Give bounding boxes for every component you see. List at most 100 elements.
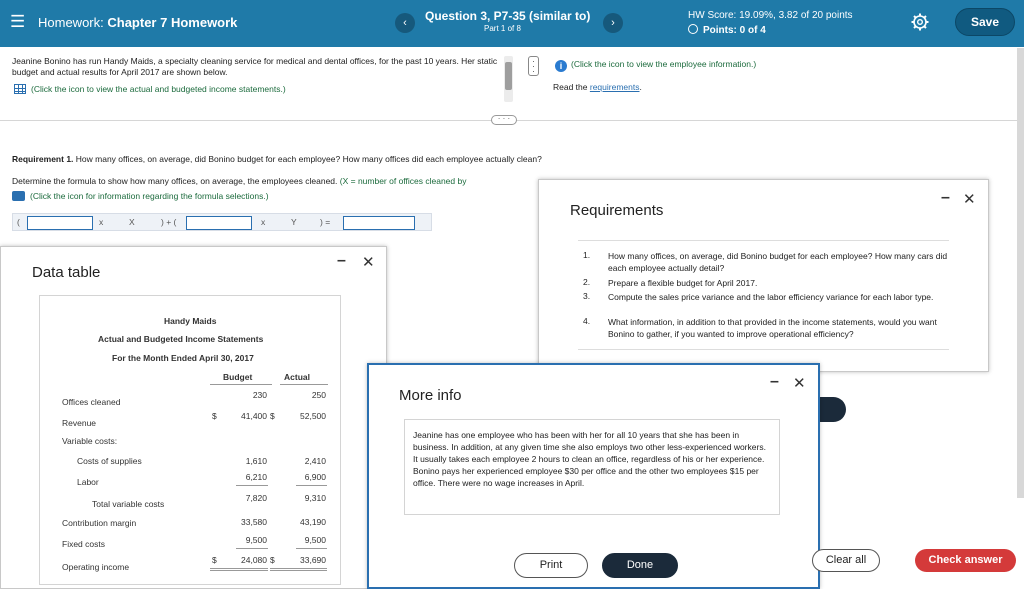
row-label: Costs of supplies	[77, 456, 142, 466]
requirement-item: Prepare a flexible budget for April 2017…	[608, 278, 758, 288]
formula-variable-x: X	[129, 217, 135, 227]
subtotal-underline	[236, 485, 268, 486]
formula-plus: ) + (	[161, 217, 177, 227]
subtotal-underline	[296, 548, 327, 549]
formula-info-icon[interactable]	[12, 191, 25, 201]
read-prefix: Read the	[553, 82, 590, 92]
row-label: Total variable costs	[92, 499, 165, 509]
info-icon[interactable]: i	[555, 60, 567, 72]
requirements-list: 1. How many offices, on average, did Bon…	[578, 240, 949, 350]
requirements-link[interactable]: requirements	[590, 82, 640, 92]
read-suffix: .	[639, 82, 642, 92]
requirement-text: How many offices, on average, did Bonino…	[73, 154, 542, 164]
more-info-text: Jeanine has one employee who has been wi…	[404, 419, 780, 515]
clear-all-button[interactable]: Clear all	[812, 549, 880, 572]
subtotal-underline	[236, 548, 268, 549]
formula-input-1[interactable]	[27, 216, 93, 230]
minimize-icon[interactable]: –	[337, 252, 346, 270]
table-icon[interactable]	[14, 84, 26, 94]
requirement-item: What information, in addition to that pr…	[608, 317, 937, 339]
currency-symbol: $	[212, 555, 217, 565]
print-button[interactable]: Print	[514, 553, 588, 578]
gear-icon[interactable]	[910, 12, 930, 32]
total-double-underline	[270, 570, 327, 571]
budget-value: 41,400	[241, 411, 267, 421]
minimize-icon[interactable]: –	[770, 373, 779, 391]
row-label: Contribution margin	[62, 518, 137, 528]
page-scrollbar[interactable]	[1017, 48, 1024, 498]
close-icon[interactable]: ✕	[793, 374, 806, 392]
more-info-panel: More info – ✕ Jeanine has one employee w…	[367, 363, 820, 589]
progress-ring-icon	[688, 24, 698, 34]
column-header-budget: Budget	[223, 372, 253, 382]
employee-info-link-text: (Click the icon to view the employee inf…	[571, 59, 757, 69]
chevron-left-icon: ‹	[403, 17, 407, 29]
drag-handle-icon[interactable]: · · ·	[528, 56, 539, 76]
formula-equals: ) =	[320, 217, 331, 227]
formula-row: ( x X ) + ( x Y ) =	[12, 213, 432, 231]
question-title: Question 3, P7-35 (similar to)	[425, 9, 591, 23]
subtotal-underline	[296, 485, 327, 486]
actual-value: 43,190	[300, 517, 326, 527]
formula-info-link-text: (Click the icon for information regardin…	[30, 191, 269, 201]
done-button[interactable]: Done	[602, 553, 678, 578]
formula-input-2[interactable]	[186, 216, 252, 230]
budget-value: 6,210	[245, 472, 267, 482]
formula-result-input[interactable]	[343, 216, 415, 230]
formula-variable-y: Y	[291, 217, 297, 227]
header-underline	[210, 384, 272, 385]
statement-period: For the Month Ended April 30, 2017	[112, 353, 254, 363]
top-bar: ☰ Homework: Chapter 7 Homework ‹ Questio…	[0, 0, 1024, 47]
row-label: Operating income	[62, 562, 130, 572]
requirement-1: Requirement 1. How many offices, on aver…	[12, 154, 542, 164]
actual-value: 9,500	[304, 535, 326, 545]
budget-value: 230	[252, 390, 267, 400]
points-text: Points: 0 of 4	[703, 25, 766, 36]
budget-value: 1,610	[245, 456, 267, 466]
requirement-item: Compute the sales price variance and the…	[608, 292, 934, 302]
question-part: Part 1 of 8	[484, 24, 521, 33]
company-name: Handy Maids	[164, 316, 217, 326]
intro-scrollbar[interactable]	[504, 56, 513, 102]
close-icon[interactable]: ✕	[362, 253, 375, 271]
employee-info-link[interactable]: i (Click the icon to view the employee in…	[555, 59, 756, 72]
homework-name: Chapter 7 Homework	[107, 15, 238, 30]
scroll-thumb[interactable]	[505, 62, 512, 90]
row-label: Offices cleaned	[62, 397, 121, 407]
formula-times-1: x	[99, 217, 104, 227]
actual-value: 52,500	[300, 411, 326, 421]
row-label: Revenue	[62, 418, 97, 428]
formula-info-link[interactable]: (Click the icon for information regardin…	[12, 191, 269, 201]
hamburger-icon[interactable]: ☰	[10, 13, 25, 30]
budget-value: 7,820	[245, 493, 267, 503]
read-requirements: Read the requirements.	[553, 82, 642, 92]
total-double-underline	[210, 570, 268, 571]
determine-text: Determine the formula to show how many o…	[12, 176, 338, 186]
points-status: Points: 0 of 4	[688, 24, 766, 36]
previous-question-button[interactable]: ‹	[395, 13, 415, 33]
total-double-underline	[210, 568, 268, 569]
row-label: Variable costs:	[62, 436, 118, 446]
save-button[interactable]: Save	[955, 8, 1015, 36]
budget-value: 24,080	[241, 555, 267, 565]
currency-symbol: $	[270, 555, 275, 565]
actual-value: 6,900	[304, 472, 326, 482]
next-question-button[interactable]: ›	[603, 13, 623, 33]
requirement-number: 2.	[583, 277, 591, 287]
question-intro: Jeanine Bonino has run Handy Maids, a sp…	[12, 56, 498, 77]
determine-hint: (X = number of offices cleaned by	[337, 176, 467, 186]
income-statements-link[interactable]: (Click the icon to view the actual and b…	[14, 84, 286, 94]
minimize-icon[interactable]: –	[941, 189, 950, 207]
requirement-number: 1.	[583, 250, 591, 260]
close-icon[interactable]: ✕	[963, 190, 976, 208]
header-underline	[280, 384, 328, 385]
requirement-item: How many offices, on average, did Bonino…	[608, 251, 948, 273]
data-table-title: Data table	[32, 264, 101, 281]
budget-value: 33,580	[241, 517, 267, 527]
check-answer-button[interactable]: Check answer	[915, 549, 1016, 572]
determine-instruction: Determine the formula to show how many o…	[12, 176, 466, 186]
actual-value: 250	[311, 390, 326, 400]
expand-more-button[interactable]: · · ·	[491, 115, 517, 125]
homework-prefix: Homework:	[38, 15, 104, 30]
statement-title: Actual and Budgeted Income Statements	[98, 334, 264, 344]
